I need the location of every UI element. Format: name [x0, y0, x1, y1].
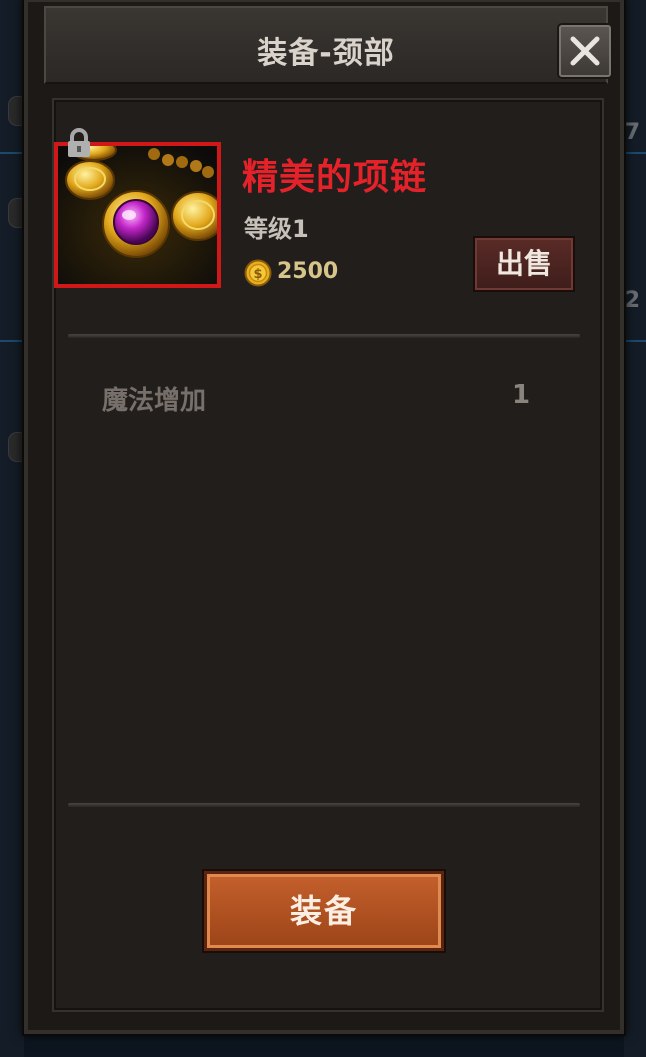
divider — [68, 334, 580, 338]
necklace-icon — [58, 146, 217, 284]
divider — [68, 803, 580, 807]
stat-value: 1 — [512, 380, 531, 410]
item-icon-slot[interactable] — [54, 142, 221, 288]
gold-coin-icon: $ — [244, 259, 272, 287]
background-divider — [0, 152, 24, 154]
dialog-title: 装备-颈部 — [257, 36, 395, 71]
background-number: 7 — [624, 120, 640, 145]
title-bar: 装备-颈部 — [44, 6, 611, 84]
item-price: 2500 — [277, 259, 339, 284]
sell-button[interactable]: 出售 — [473, 236, 575, 292]
background-number: 2 — [624, 288, 640, 313]
svg-text:$: $ — [253, 267, 262, 282]
item-name: 精美的项链 — [242, 157, 428, 198]
background-divider — [624, 152, 646, 154]
background-divider — [0, 340, 24, 342]
equip-button[interactable]: 装备 — [204, 871, 444, 951]
close-button[interactable] — [559, 25, 611, 77]
background-right-strip — [624, 0, 646, 1057]
item-level: 等级1 — [244, 215, 309, 243]
stat-label: 魔法增加 — [102, 386, 207, 416]
lock-icon — [68, 128, 90, 157]
background-divider — [624, 340, 646, 342]
close-icon — [570, 36, 600, 66]
background-left-strip — [0, 0, 24, 1057]
